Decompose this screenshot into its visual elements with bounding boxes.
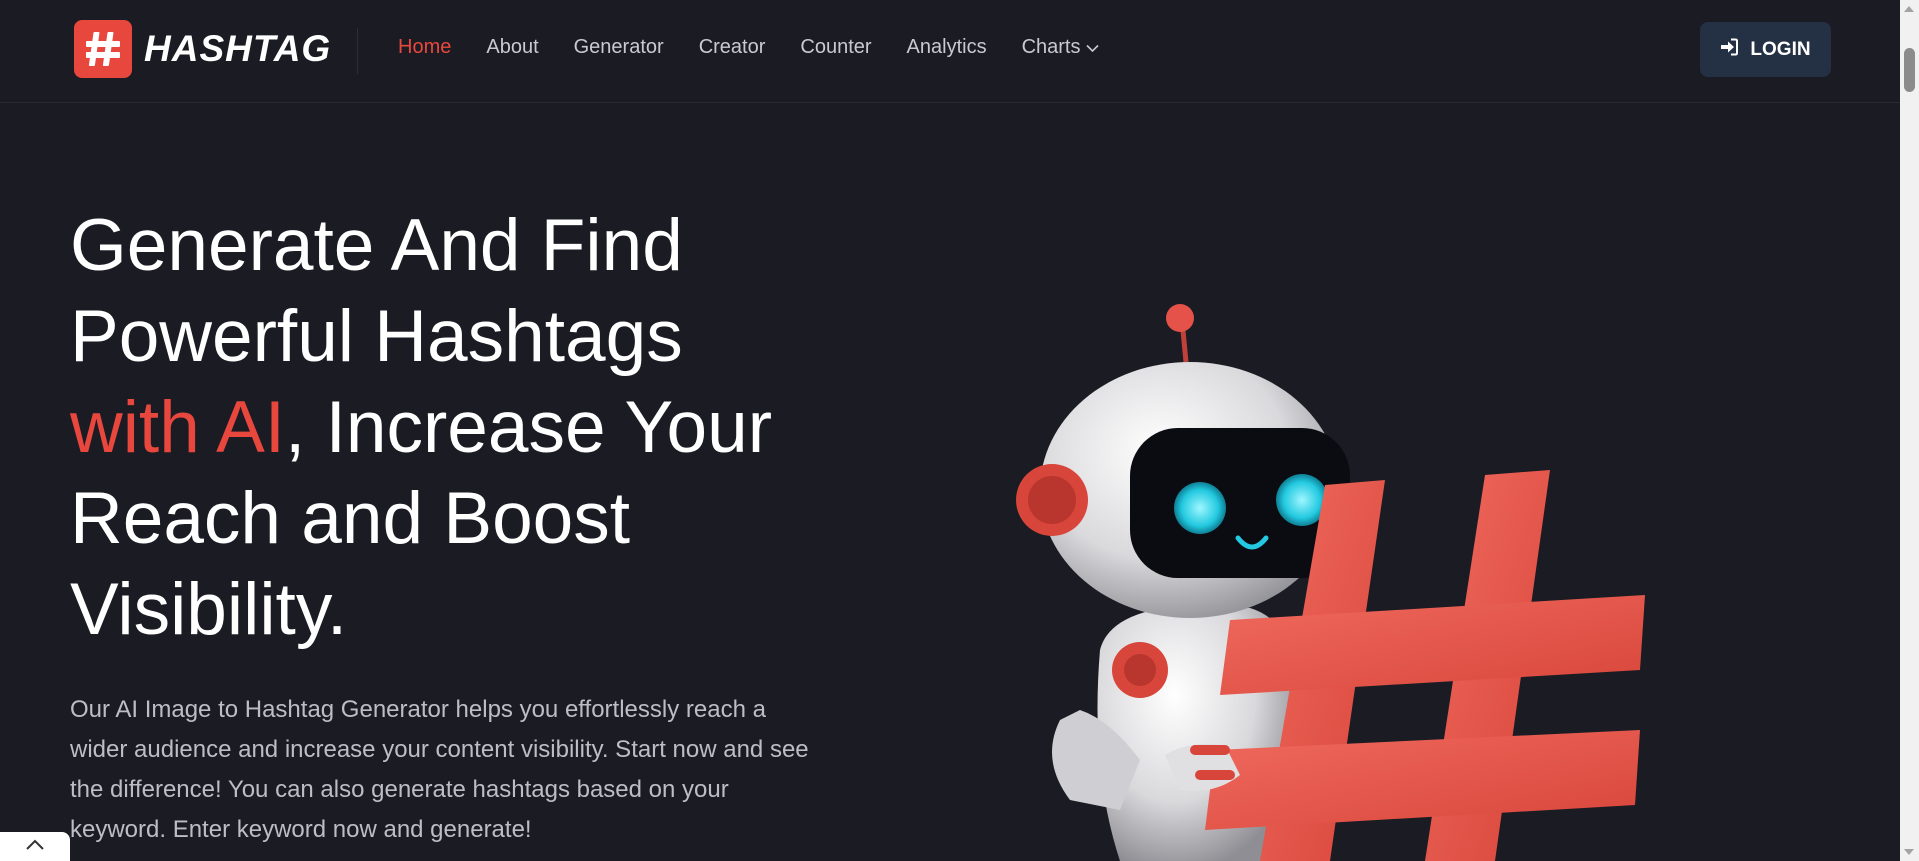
nav-item-label: Charts [1021,36,1081,58]
nav-item-creator[interactable]: Creator [699,36,766,59]
login-label: LOGIN [1750,38,1811,60]
hero-title-accent: with AI [70,387,286,468]
nav-item-generator[interactable]: Generator [574,36,664,59]
back-to-top-button[interactable] [0,832,70,861]
hashtag-logo-icon [74,20,132,78]
hero-title: Generate And Find Powerful Hashtags with… [70,200,830,655]
header-divider [357,28,358,74]
nav-item-label: About [486,36,539,58]
nav-item-label: Counter [800,36,872,58]
main-nav: Home About Generator Creator Counter Ana… [398,36,1100,59]
nav-item-label: Home [398,36,452,58]
sign-in-icon [1720,38,1739,62]
brand-name: HASHTAG [144,28,332,69]
nav-item-counter[interactable]: Counter [800,36,871,59]
robot-hashtag-illustration [990,290,1670,861]
login-button[interactable]: LOGIN [1700,22,1831,77]
hero-description: Our AI Image to Hashtag Generator helps … [70,696,809,843]
scroll-thumb[interactable] [1904,48,1915,92]
site-header: HASHTAG Home About Generator Creator Cou… [0,0,1900,103]
vertical-scrollbar[interactable] [1900,0,1919,861]
scroll-down-arrow-icon[interactable] [1904,849,1914,855]
nav-item-charts[interactable]: Charts [1022,36,1100,59]
nav-item-label: Creator [698,36,766,58]
page: HASHTAG Home About Generator Creator Cou… [0,0,1919,861]
nav-item-home[interactable]: Home [398,36,451,59]
chevron-up-icon [25,838,45,856]
hero-title-part1: Generate And Find Powerful Hashtags [70,205,683,377]
brand-logo[interactable]: HASHTAG [74,20,331,78]
nav-item-analytics[interactable]: Analytics [907,36,987,59]
nav-item-label: Generator [573,36,664,58]
nav-item-about[interactable]: About [486,36,538,59]
scroll-up-arrow-icon[interactable] [1904,6,1914,12]
nav-item-label: Analytics [906,36,987,58]
chevron-down-icon [1086,36,1100,59]
